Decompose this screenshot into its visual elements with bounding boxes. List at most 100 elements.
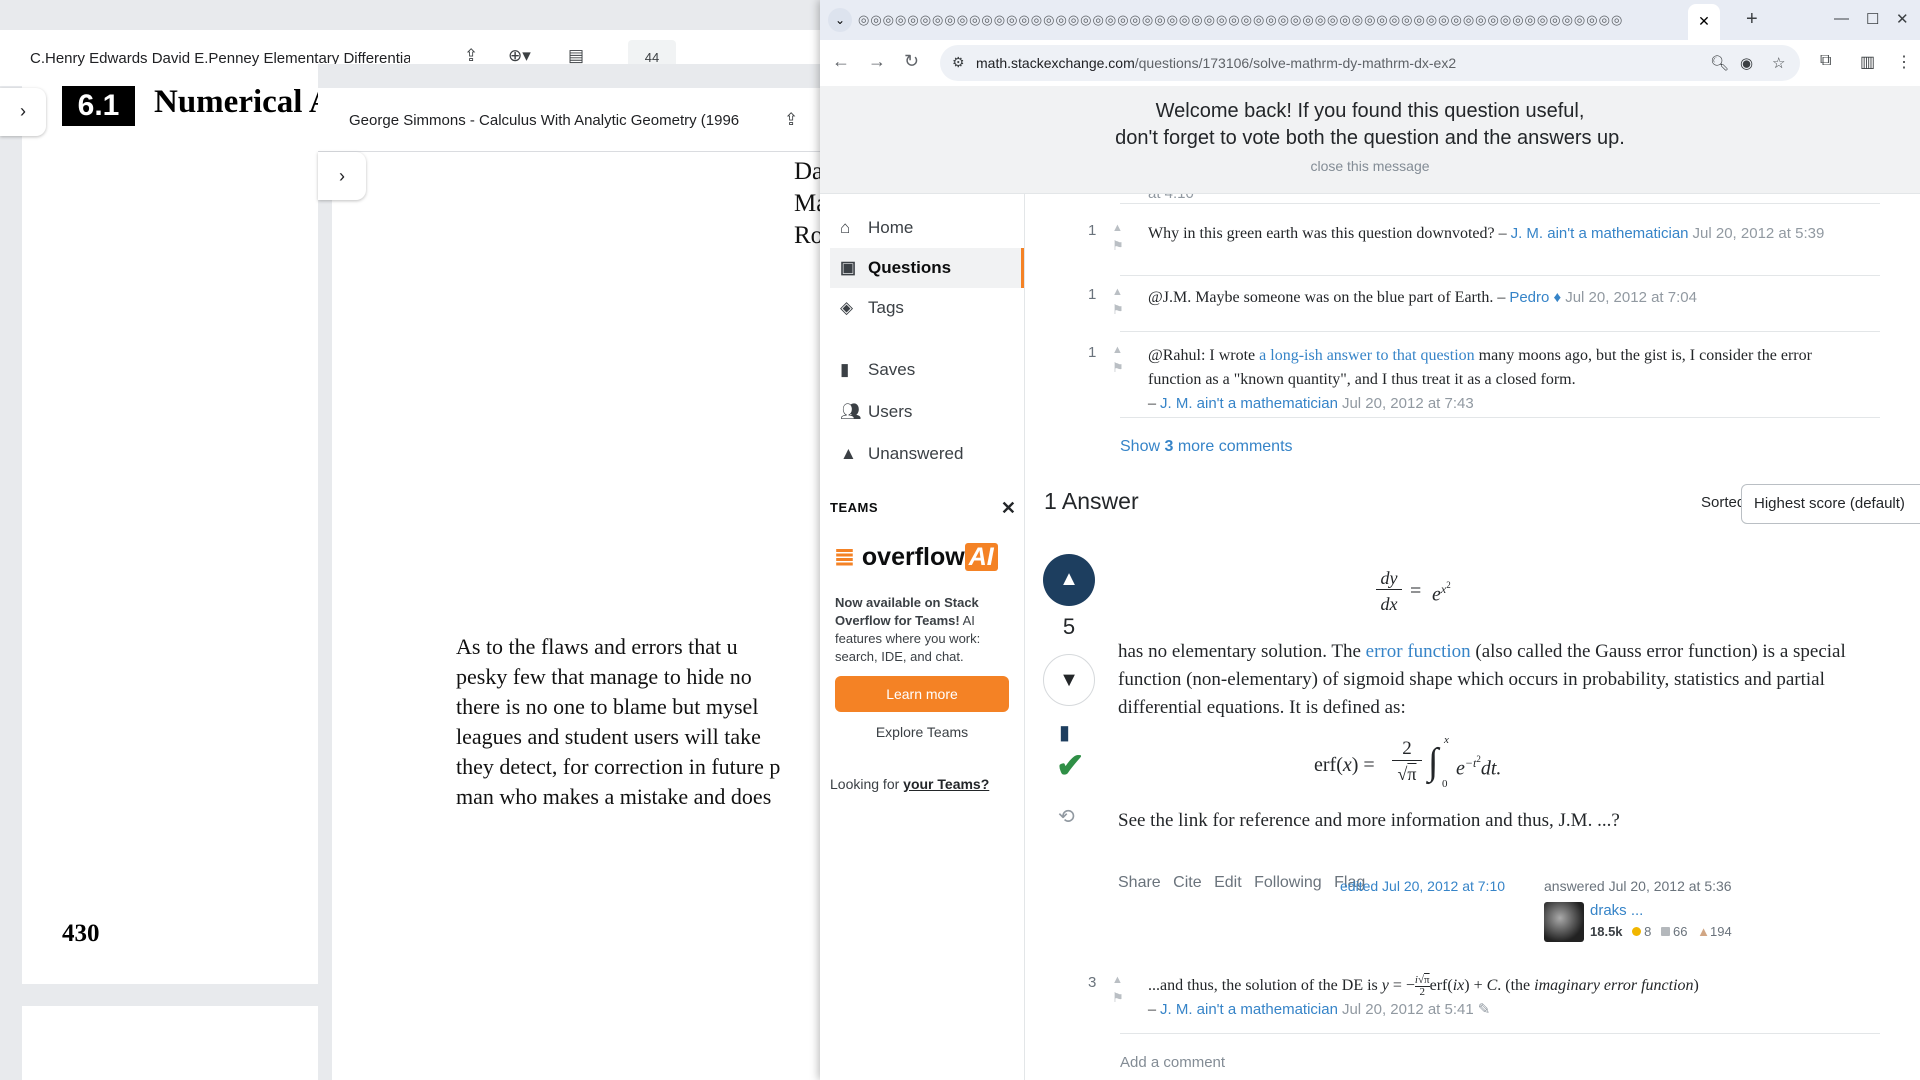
reading-mode-icon[interactable]: ▥ — [1860, 52, 1875, 72]
bookmark-icon[interactable]: ▮ — [1059, 720, 1070, 745]
upvote-comment-icon[interactable]: ▲ — [1112, 222, 1123, 234]
active-tab[interactable]: ✕ — [1688, 4, 1720, 40]
your-teams-link[interactable]: your Teams? — [903, 776, 989, 792]
equation-dy-dx: dy dx = ex2 — [1376, 568, 1496, 628]
comment-user-link[interactable]: J. M. ain't a mathematician — [1160, 395, 1338, 412]
share-link[interactable]: Share — [1118, 874, 1161, 891]
browser-window: ⌄ ◎◎◎◎◎◎◎◎◎◎◎◎◎◎◎◎◎◎◎◎◎◎◎◎◎◎◎◎◎◎◎◎◎◎◎◎◎◎… — [820, 0, 1920, 1080]
looking-for-teams: Looking for your Teams? — [830, 776, 990, 792]
nav-item-tags[interactable]: ◈ Tags — [830, 288, 1024, 328]
downvote-button[interactable]: ▼ — [1043, 654, 1095, 706]
site-info-icon[interactable]: ⚙ — [952, 54, 965, 71]
page-text-fragment: Ro — [794, 222, 824, 249]
answers-count-heading: 1 Answer — [1044, 488, 1139, 514]
nav-item-users[interactable]: 👥︎ Users — [830, 392, 1024, 432]
zoom-icon[interactable]: ⊕▾ — [508, 46, 531, 66]
flag-icon[interactable]: ⚑ — [1112, 302, 1124, 318]
close-window-icon[interactable]: ✕ — [1896, 10, 1909, 28]
comment-date: at 4:10 — [1148, 194, 1194, 202]
pdf-viewer-window-simmons: George Simmons - Calculus With Analytic … — [318, 64, 838, 1080]
paragraph-line: As to the flaws and errors that u — [456, 634, 738, 659]
pdf-toolbar: George Simmons - Calculus With Analytic … — [318, 88, 838, 152]
cite-link[interactable]: Cite — [1173, 874, 1201, 891]
comment-date[interactable]: Jul 20, 2012 at 7:43 — [1342, 395, 1474, 412]
error-function-link[interactable]: error function — [1366, 641, 1471, 662]
forward-icon[interactable]: → — [868, 51, 886, 72]
nav-item-saves[interactable]: ▮ Saves — [830, 350, 1024, 390]
share-icon[interactable]: ⇪ — [784, 110, 798, 130]
avatar[interactable] — [1544, 902, 1584, 942]
comment-user-link[interactable]: J. M. ain't a mathematician — [1160, 1001, 1338, 1018]
teams-heading: TEAMS — [830, 500, 878, 515]
users-icon: 👥︎ — [840, 402, 862, 421]
comment: ⚑ at 4:10 — [1120, 194, 1880, 204]
nav-item-unanswered[interactable]: ▲ Unanswered — [830, 434, 1024, 474]
pencil-icon: ✎ — [1477, 1001, 1491, 1018]
close-tab-icon[interactable]: ✕ — [1698, 13, 1710, 29]
comment-date[interactable]: Jul 20, 2012 at 5:41 — [1342, 1001, 1474, 1018]
eye-slash-icon[interactable]: ◉ — [1740, 54, 1753, 72]
comment-user-link[interactable]: Pedro ♦ — [1509, 289, 1561, 306]
flag-icon[interactable]: ⚑ — [1112, 360, 1124, 376]
upvote-button[interactable]: ▲ — [1043, 554, 1095, 606]
edit-link[interactable]: Edit — [1214, 874, 1242, 891]
upvote-comment-icon[interactable]: ▲ — [1112, 344, 1123, 356]
gold-badge-icon — [1632, 927, 1642, 936]
following-link[interactable]: Following — [1254, 874, 1322, 891]
comment-date[interactable]: Jul 20, 2012 at 7:04 — [1565, 289, 1697, 306]
sidebar-toggle-button[interactable]: › — [318, 152, 366, 200]
user-reputation: 18.5k 8 66 ▲194 — [1590, 924, 1732, 939]
teams-description: Now available on Stack Overflow for Team… — [835, 595, 981, 664]
flag-icon[interactable]: ⚑ — [1112, 238, 1124, 254]
comment-date[interactable]: Jul 20, 2012 at 5:39 — [1693, 225, 1825, 242]
explore-teams-link[interactable]: Explore Teams — [835, 724, 1009, 740]
nav-item-home[interactable]: ⌂ Home — [830, 208, 1024, 248]
question-main: ⚑ at 4:10 1 ▲ ⚑ Why in this green earth … — [1026, 194, 1920, 1080]
back-icon[interactable]: ← — [832, 51, 850, 72]
maximize-icon[interactable]: ☐ — [1866, 10, 1879, 28]
zoom-icon[interactable]: 🔍︎ — [1710, 54, 1729, 72]
add-comment-link[interactable]: Add a comment — [1120, 1054, 1225, 1071]
extensions-icon[interactable]: ⧉ — [1820, 52, 1831, 70]
pdf-page — [22, 86, 322, 984]
bookmark-star-icon[interactable]: ☆ — [1772, 54, 1785, 72]
answer-user-link[interactable]: draks ... — [1590, 902, 1643, 919]
sidebar-toggle-button[interactable]: › — [0, 88, 46, 136]
stack-logo-icon: ≣ — [834, 543, 855, 571]
minimize-icon[interactable]: — — [1834, 10, 1849, 27]
nav-item-questions[interactable]: ▣ Questions — [830, 248, 1024, 288]
flag-icon[interactable]: ⚑ — [1112, 990, 1124, 1006]
tab-search-icon[interactable]: ⌄ — [828, 8, 852, 32]
reload-icon[interactable]: ↻ — [904, 51, 919, 72]
close-banner-link[interactable]: close this message — [820, 158, 1920, 174]
address-bar[interactable]: ⚙ math.stackexchange.com/questions/17310… — [940, 45, 1800, 81]
comment-text: @Rahul: I wrote a long-ish answer to tha… — [1148, 347, 1812, 412]
show-more-comments-link[interactable]: Show 3 more comments — [1120, 438, 1293, 456]
answer-closing-text: See the link for reference and more info… — [1118, 810, 1620, 831]
vote-count: 5 — [1062, 614, 1076, 639]
close-icon[interactable]: ✕ — [1001, 498, 1016, 519]
section-title: Numerical A — [154, 84, 333, 120]
upvote-comment-icon[interactable]: ▲ — [1112, 286, 1123, 298]
comment-user-link[interactable]: J. M. ain't a mathematician — [1511, 225, 1689, 242]
upvote-comment-icon[interactable]: ▲ — [1112, 974, 1123, 986]
print-icon[interactable]: ▤ — [568, 46, 584, 66]
teams-promo: TEAMS ✕ ≣ overflow AI Now available on St… — [830, 498, 1016, 792]
url-text[interactable]: math.stackexchange.com/questions/173106/… — [976, 55, 1456, 71]
tag-icon: ◈ — [840, 298, 854, 317]
learn-more-button[interactable]: Learn more — [835, 676, 1009, 712]
comment-link[interactable]: a long-ish answer to that question — [1259, 347, 1475, 364]
comment-text: ...and thus, the solution of the DE is y… — [1148, 973, 1699, 1018]
edited-link[interactable]: edited Jul 20, 2012 at 7:10 — [1340, 878, 1505, 894]
new-tab-button[interactable]: + — [1746, 8, 1758, 31]
menu-icon[interactable]: ⋮ — [1896, 52, 1912, 72]
pinned-tab-favicons[interactable]: ◎◎◎◎◎◎◎◎◎◎◎◎◎◎◎◎◎◎◎◎◎◎◎◎◎◎◎◎◎◎◎◎◎◎◎◎◎◎◎◎… — [858, 12, 1738, 28]
sort-select[interactable]: Highest score (default)⬍ — [1741, 484, 1920, 524]
comment: 3 ▲ ⚑ ...and thus, the solution of the D… — [1088, 973, 1880, 1034]
answer-body: has no elementary solution. The error fu… — [1118, 641, 1846, 718]
history-icon[interactable]: ⟲ — [1058, 804, 1075, 829]
caret-up-icon: ▲ — [1059, 568, 1079, 590]
share-icon[interactable]: ⇪ — [464, 46, 478, 66]
overflow-ai-logo: ≣ overflow AI — [834, 542, 998, 572]
banner-line: Welcome back! If you found this question… — [1155, 100, 1585, 122]
